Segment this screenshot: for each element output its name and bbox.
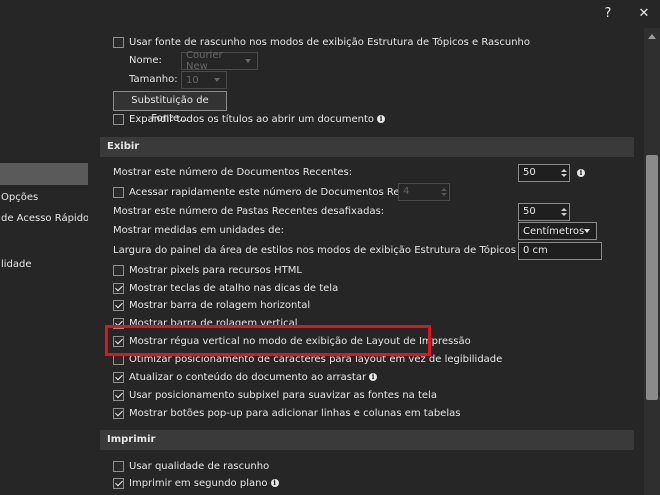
checkbox[interactable] [113, 477, 124, 489]
highlight-box [105, 325, 431, 356]
checkbox[interactable] [113, 299, 124, 311]
units-dropdown[interactable]: Centímetros [518, 222, 597, 240]
option-label: Usar qualidade de rascunho [129, 460, 270, 472]
recent-folders-label: Mostrar este número de Pastas Recentes d… [113, 206, 385, 217]
style-pane-label: Largura do painel da área de estilos nos… [113, 245, 581, 256]
info-icon: i [377, 115, 386, 123]
checkbox[interactable] [113, 264, 124, 276]
section-header-imprimir: Imprimir [100, 430, 634, 450]
units-value: Centímetros [523, 225, 585, 237]
draft-font-checkbox[interactable] [113, 36, 124, 48]
section-header-exibir: Exibir [100, 137, 634, 157]
option-label: Mostrar pixels para recursos HTML [129, 264, 302, 276]
recent-docs-value: 50 [523, 167, 536, 178]
info-icon: i [270, 479, 279, 487]
font-substitution-button[interactable]: Substituição de Fonte... [113, 91, 227, 124]
options-sidebar: Opções de Acesso Rápido lidade [0, 28, 88, 495]
quick-access-value: 4 [403, 186, 410, 197]
spinner-arrows[interactable] [559, 165, 569, 181]
exibir-option-2[interactable]: Mostrar barra de rolagem horizontal [113, 296, 310, 314]
expand-titles-checkbox[interactable] [113, 113, 124, 125]
sidebar-item-options[interactable]: Opções [0, 187, 88, 209]
sidebar-item-advanced[interactable] [0, 163, 88, 185]
font-size-label: Tamanho: [129, 74, 178, 85]
close-button[interactable]: ✕ [633, 3, 655, 25]
scrollbar-thumb[interactable] [646, 155, 658, 400]
quick-access-label: Acessar rapidamente este número de Docum… [129, 186, 437, 198]
units-label: Mostrar medidas em unidades de: [113, 225, 285, 236]
font-name-label: Nome: [129, 55, 162, 66]
option-label: Mostrar barra de rolagem horizontal [129, 299, 311, 311]
vertical-scrollbar[interactable] [644, 28, 660, 495]
recent-docs-label: Mostrar este número de Documentos Recent… [113, 167, 353, 178]
imprimir-option-0[interactable]: Usar qualidade de rascunho [113, 457, 269, 475]
chevron-down-icon [584, 229, 591, 233]
draft-font-option[interactable]: Usar fonte de rascunho nos modos de exib… [113, 33, 530, 51]
recent-folders-value: 50 [523, 206, 536, 217]
imprimir-option-1[interactable]: Imprimir em segundo plano i [113, 474, 279, 492]
option-label: Usar posicionamento subpixel para suaviz… [129, 389, 437, 401]
recent-docs-spinner[interactable]: 50 [518, 164, 570, 182]
spinner-arrows[interactable] [559, 204, 569, 220]
title-bar: ? ✕ [0, 0, 660, 28]
font-name-value: Courier New [186, 50, 223, 72]
checkbox[interactable] [113, 371, 124, 383]
font-size-value: 10 [186, 74, 199, 86]
spinner-arrows[interactable] [439, 184, 449, 200]
exibir-option-6[interactable]: Atualizar o conteúdo do documento ao arr… [113, 368, 378, 386]
expand-titles-label: Expandir todos os títulos ao abrir um do… [129, 113, 375, 125]
style-pane-input[interactable]: 0 cm [518, 242, 602, 260]
exibir-option-8[interactable]: Mostrar botões pop-up para adicionar lin… [113, 404, 460, 422]
info-icon: i [369, 373, 378, 381]
quick-access-spinner[interactable]: 4 [398, 183, 450, 201]
help-button[interactable]: ? [597, 3, 619, 25]
chevron-down-icon [245, 59, 251, 63]
recent-folders-spinner[interactable]: 50 [518, 203, 570, 221]
quick-access-checkbox[interactable] [113, 186, 124, 198]
scroll-up-arrow-icon[interactable] [648, 34, 656, 39]
info-icon: i [577, 169, 585, 177]
exibir-option-7[interactable]: Usar posicionamento subpixel para suaviz… [113, 386, 437, 404]
checkbox[interactable] [113, 282, 124, 294]
sidebar-item-quality[interactable]: lidade [0, 254, 88, 276]
font-size-dropdown[interactable]: 10 [181, 71, 227, 89]
sidebar-item-quick-access[interactable]: de Acesso Rápido [0, 208, 88, 230]
checkbox[interactable] [113, 389, 124, 401]
option-label: Atualizar o conteúdo do documento ao arr… [129, 371, 367, 383]
checkbox[interactable] [113, 407, 124, 419]
option-label: Mostrar botões pop-up para adicionar lin… [129, 407, 461, 419]
exibir-option-1[interactable]: Mostrar teclas de atalho nas dicas de te… [113, 279, 338, 297]
exibir-option-0[interactable]: Mostrar pixels para recursos HTML [113, 261, 302, 279]
option-label: Mostrar teclas de atalho nas dicas de te… [129, 282, 339, 294]
font-name-dropdown[interactable]: Courier New [181, 50, 258, 72]
checkbox[interactable] [113, 460, 124, 472]
chevron-down-icon [214, 78, 220, 82]
option-label: Imprimir em segundo plano [129, 477, 268, 489]
quick-access-option[interactable]: Acessar rapidamente este número de Docum… [113, 183, 436, 201]
expand-titles-option[interactable]: Expandir todos os títulos ao abrir um do… [113, 110, 386, 128]
draft-font-label: Usar fonte de rascunho nos modos de exib… [129, 36, 531, 48]
